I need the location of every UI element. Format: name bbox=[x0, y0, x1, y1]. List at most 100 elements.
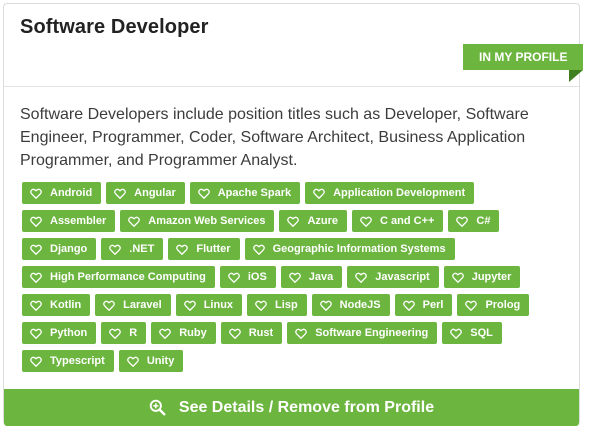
skill-tag-label: Software Engineering bbox=[315, 327, 429, 339]
skill-tag-label: Java bbox=[308, 271, 334, 283]
see-details-button[interactable]: See Details / Remove from Profile bbox=[4, 389, 579, 426]
skill-tag-label: Typescript bbox=[50, 355, 105, 367]
skill-tag[interactable]: R bbox=[101, 322, 147, 344]
skill-tag[interactable]: C# bbox=[448, 210, 500, 232]
skill-tag[interactable]: Android bbox=[22, 182, 102, 204]
skill-tag[interactable]: C and C++ bbox=[352, 210, 444, 232]
skill-tag[interactable]: Apache Spark bbox=[189, 182, 301, 204]
skill-tag-label: Kotlin bbox=[50, 299, 82, 311]
heart-outline-icon bbox=[197, 188, 210, 199]
skill-tag-label: High Performance Computing bbox=[50, 271, 206, 283]
heart-outline-icon bbox=[30, 244, 42, 255]
divider bbox=[4, 86, 579, 87]
heart-outline-icon bbox=[30, 328, 42, 339]
heart-outline-icon bbox=[30, 300, 42, 311]
heart-outline-icon bbox=[159, 328, 172, 339]
skill-tag[interactable]: Jupyter bbox=[443, 266, 521, 288]
heart-outline-icon bbox=[114, 188, 127, 199]
ribbon-fold bbox=[569, 70, 583, 82]
skill-tag[interactable]: Django bbox=[22, 238, 97, 260]
heart-outline-icon bbox=[30, 216, 42, 227]
skill-tag-list: Android Angular Apache Spark Application De… bbox=[22, 182, 567, 372]
skill-tag[interactable]: Angular bbox=[106, 182, 185, 204]
skill-tag[interactable]: Linux bbox=[175, 294, 243, 316]
heart-outline-icon bbox=[30, 188, 42, 199]
skill-tag-label: Flutter bbox=[196, 243, 231, 255]
skill-tag-label: Jupyter bbox=[471, 271, 512, 283]
skill-tag[interactable]: .NET bbox=[101, 238, 164, 260]
card-title: Software Developer bbox=[20, 16, 209, 38]
heart-outline-icon bbox=[126, 356, 139, 367]
skill-tag[interactable]: Amazon Web Services bbox=[120, 210, 275, 232]
skill-tag[interactable]: Python bbox=[22, 322, 97, 344]
skill-tag[interactable]: Software Engineering bbox=[287, 322, 438, 344]
skill-tag[interactable]: iOS bbox=[219, 266, 276, 288]
skill-tag[interactable]: Laravel bbox=[95, 294, 171, 316]
skill-tag-label: Android bbox=[50, 187, 93, 199]
heart-outline-icon bbox=[360, 216, 372, 227]
heart-outline-icon bbox=[109, 328, 122, 339]
heart-outline-icon bbox=[451, 272, 464, 283]
skill-tag-label: Prolog bbox=[485, 299, 521, 311]
skill-tag[interactable]: Perl bbox=[394, 294, 453, 316]
skill-tag[interactable]: High Performance Computing bbox=[22, 266, 215, 288]
heart-outline-icon bbox=[295, 328, 308, 339]
skill-tag[interactable]: Lisp bbox=[247, 294, 307, 316]
heart-outline-icon bbox=[355, 272, 368, 283]
skill-tag-label: Lisp bbox=[275, 299, 298, 311]
heart-outline-icon bbox=[287, 216, 300, 227]
heart-outline-icon bbox=[456, 216, 469, 227]
heart-outline-icon bbox=[227, 272, 240, 283]
heart-outline-icon bbox=[450, 328, 463, 339]
heart-outline-icon bbox=[465, 300, 478, 311]
heart-outline-icon bbox=[103, 300, 116, 311]
skill-tag[interactable]: NodeJS bbox=[311, 294, 390, 316]
skill-tag[interactable]: Ruby bbox=[151, 322, 216, 344]
skill-tag-label: Django bbox=[50, 243, 88, 255]
skill-tag-label: Python bbox=[50, 327, 88, 339]
skill-tag[interactable]: Flutter bbox=[168, 238, 240, 260]
occupation-card: Software Developer IN MY PROFILE Softwar… bbox=[3, 3, 583, 426]
heart-outline-icon bbox=[255, 300, 267, 311]
skill-tag[interactable]: Azure bbox=[279, 210, 348, 232]
skill-tag[interactable]: Application Development bbox=[305, 182, 475, 204]
skill-tag-label: Laravel bbox=[123, 299, 162, 311]
skill-tag-label: R bbox=[129, 327, 138, 339]
heart-outline-icon bbox=[183, 300, 196, 311]
skill-tag[interactable]: Assembler bbox=[22, 210, 116, 232]
heart-outline-icon bbox=[319, 300, 332, 311]
skill-tag-label: Ruby bbox=[179, 327, 207, 339]
skill-tag-label: Rust bbox=[248, 327, 274, 339]
heart-outline-icon bbox=[128, 216, 141, 227]
skill-tag-label: Geographic Information Systems bbox=[272, 243, 446, 255]
skill-tag[interactable]: Unity bbox=[118, 350, 184, 372]
zoom-in-icon bbox=[149, 399, 166, 416]
heart-outline-icon bbox=[30, 272, 42, 283]
skill-tag-label: Azure bbox=[307, 215, 339, 227]
skill-tag-label: Unity bbox=[146, 355, 175, 367]
skill-tag[interactable]: Prolog bbox=[457, 294, 530, 316]
skill-tag[interactable]: SQL bbox=[442, 322, 502, 344]
skill-tag-label: C# bbox=[476, 215, 491, 227]
heart-outline-icon bbox=[176, 244, 189, 255]
heart-outline-icon bbox=[109, 244, 122, 255]
skill-tag-label: iOS bbox=[247, 271, 267, 283]
skill-tag[interactable]: Typescript bbox=[22, 350, 114, 372]
heart-outline-icon bbox=[228, 328, 241, 339]
skill-tag-label: Perl bbox=[422, 299, 444, 311]
skill-tag-label: Amazon Web Services bbox=[148, 215, 266, 227]
heart-outline-icon bbox=[252, 244, 265, 255]
heart-outline-icon bbox=[30, 356, 42, 367]
skill-tag-label: NodeJS bbox=[339, 299, 381, 311]
heart-outline-icon bbox=[402, 300, 415, 311]
see-details-label: See Details / Remove from Profile bbox=[178, 398, 435, 416]
skill-tag[interactable]: Rust bbox=[220, 322, 283, 344]
skill-tag[interactable]: Kotlin bbox=[22, 294, 91, 316]
skill-tag[interactable]: Geographic Information Systems bbox=[244, 238, 455, 260]
skill-tag[interactable]: Javascript bbox=[347, 266, 439, 288]
skill-tag[interactable]: Java bbox=[280, 266, 343, 288]
in-profile-badge: IN MY PROFILE bbox=[463, 44, 583, 70]
heart-outline-icon bbox=[313, 188, 325, 199]
skill-tag-label: Application Development bbox=[333, 187, 466, 199]
skill-tag-label: Linux bbox=[203, 299, 234, 311]
